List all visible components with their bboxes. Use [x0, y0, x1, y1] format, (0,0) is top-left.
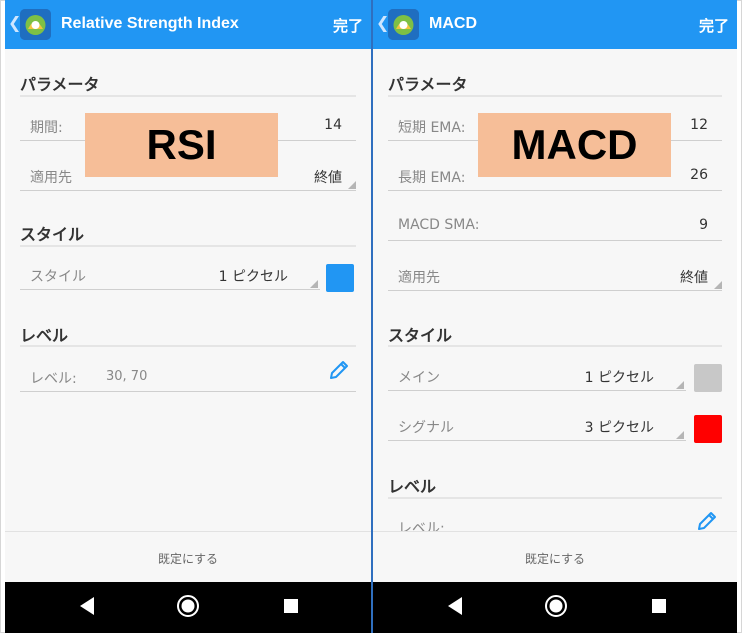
reset-defaults-button[interactable]: 既定にする [373, 550, 737, 567]
signal-line-select[interactable]: シグナル 3 ピクセル [388, 413, 722, 441]
period-label: 期間: [30, 120, 63, 136]
apply-to-value: 終値 [680, 270, 708, 286]
square-recent-icon[interactable] [283, 598, 299, 618]
macd-sma-value: 9 [699, 217, 708, 233]
field-underline [388, 390, 686, 391]
triangle-back-icon[interactable] [77, 595, 97, 621]
signal-line-label: シグナル [398, 420, 454, 436]
level-value: 30, 70 [106, 369, 148, 384]
signal-color-swatch[interactable] [694, 415, 722, 443]
dropdown-corner-icon [310, 280, 318, 288]
field-underline [20, 289, 320, 290]
style-color-swatch[interactable] [326, 264, 354, 292]
section-level: レベル [388, 477, 437, 496]
macd-sma-label: MACD SMA: [398, 217, 480, 233]
fast-ema-value: 12 [690, 117, 708, 133]
fast-ema-label: 短期 EMA: [398, 120, 466, 136]
field-underline [388, 440, 686, 441]
dropdown-corner-icon [676, 381, 684, 389]
section-style: スタイル [388, 326, 453, 345]
rsi-settings-panel: ❮ Relative Strength Index 完了 パラメータ 期間: 1… [5, 0, 371, 633]
circle-home-icon[interactable] [544, 594, 568, 622]
app-bar: ❮ MACD 完了 [373, 0, 737, 49]
square-recent-icon[interactable] [651, 598, 667, 618]
app-bar: ❮ Relative Strength Index 完了 [5, 0, 371, 49]
main-color-swatch[interactable] [694, 364, 722, 392]
section-parameters: パラメータ [20, 75, 100, 94]
signal-line-value: 3 ピクセル [584, 420, 654, 436]
triangle-back-icon[interactable] [445, 595, 465, 621]
metatrader-logo-icon [20, 9, 51, 40]
indicator-title: MACD [429, 15, 477, 32]
section-style: スタイル [20, 225, 85, 244]
slow-ema-value: 26 [690, 167, 708, 183]
section-divider [388, 345, 722, 347]
done-button[interactable]: 完了 [333, 15, 363, 36]
field-underline [388, 190, 722, 191]
dropdown-corner-icon [348, 181, 356, 189]
style-value: 1 ピクセル [218, 269, 288, 285]
macd-settings-panel: ❮ MACD 完了 パラメータ 短期 EMA: 12 長期 EMA: 26 MA… [373, 0, 737, 633]
macd-overlay-label: MACD [478, 113, 671, 177]
main-line-value: 1 ピクセル [584, 370, 654, 386]
apply-to-label: 適用先 [30, 170, 72, 186]
level-label: レベル: [398, 521, 445, 532]
reset-defaults-button[interactable]: 既定にする [5, 550, 371, 567]
period-value: 14 [324, 117, 342, 133]
level-label: レベル: [30, 371, 77, 387]
dropdown-corner-icon [714, 281, 722, 289]
slow-ema-label: 長期 EMA: [398, 170, 466, 186]
apply-to-select[interactable]: 適用先 終値 [388, 263, 722, 291]
field-underline [388, 240, 722, 241]
macd-sma-field[interactable]: MACD SMA: 9 [388, 213, 722, 241]
indicator-title: Relative Strength Index [61, 15, 239, 32]
footer-divider [373, 531, 737, 532]
rsi-overlay-label: RSI [85, 113, 278, 177]
system-nav-bar [5, 582, 371, 633]
section-parameters: パラメータ [388, 75, 468, 94]
section-divider [20, 345, 356, 347]
section-divider [388, 497, 722, 499]
field-underline [20, 190, 356, 191]
apply-to-value: 終値 [314, 170, 342, 186]
pencil-icon[interactable] [328, 359, 350, 385]
level-field[interactable]: レベル: [388, 514, 722, 532]
system-nav-bar [373, 582, 737, 633]
metatrader-logo-icon [388, 9, 419, 40]
section-divider [388, 95, 722, 97]
field-underline [388, 290, 722, 291]
section-divider [20, 95, 356, 97]
dropdown-corner-icon [676, 431, 684, 439]
pencil-icon[interactable] [696, 510, 718, 536]
level-field[interactable]: レベル: 30, 70 [20, 364, 356, 392]
circle-home-icon[interactable] [176, 594, 200, 622]
main-line-select[interactable]: メイン 1 ピクセル [388, 363, 722, 391]
apply-to-label: 適用先 [398, 270, 440, 286]
footer-divider [5, 531, 371, 532]
style-select[interactable]: スタイル 1 ピクセル [20, 262, 356, 290]
done-button[interactable]: 完了 [699, 15, 729, 36]
section-level: レベル [20, 326, 69, 345]
main-line-label: メイン [398, 370, 440, 386]
style-label: スタイル [30, 269, 86, 285]
field-underline [20, 391, 356, 392]
section-divider [20, 245, 356, 247]
